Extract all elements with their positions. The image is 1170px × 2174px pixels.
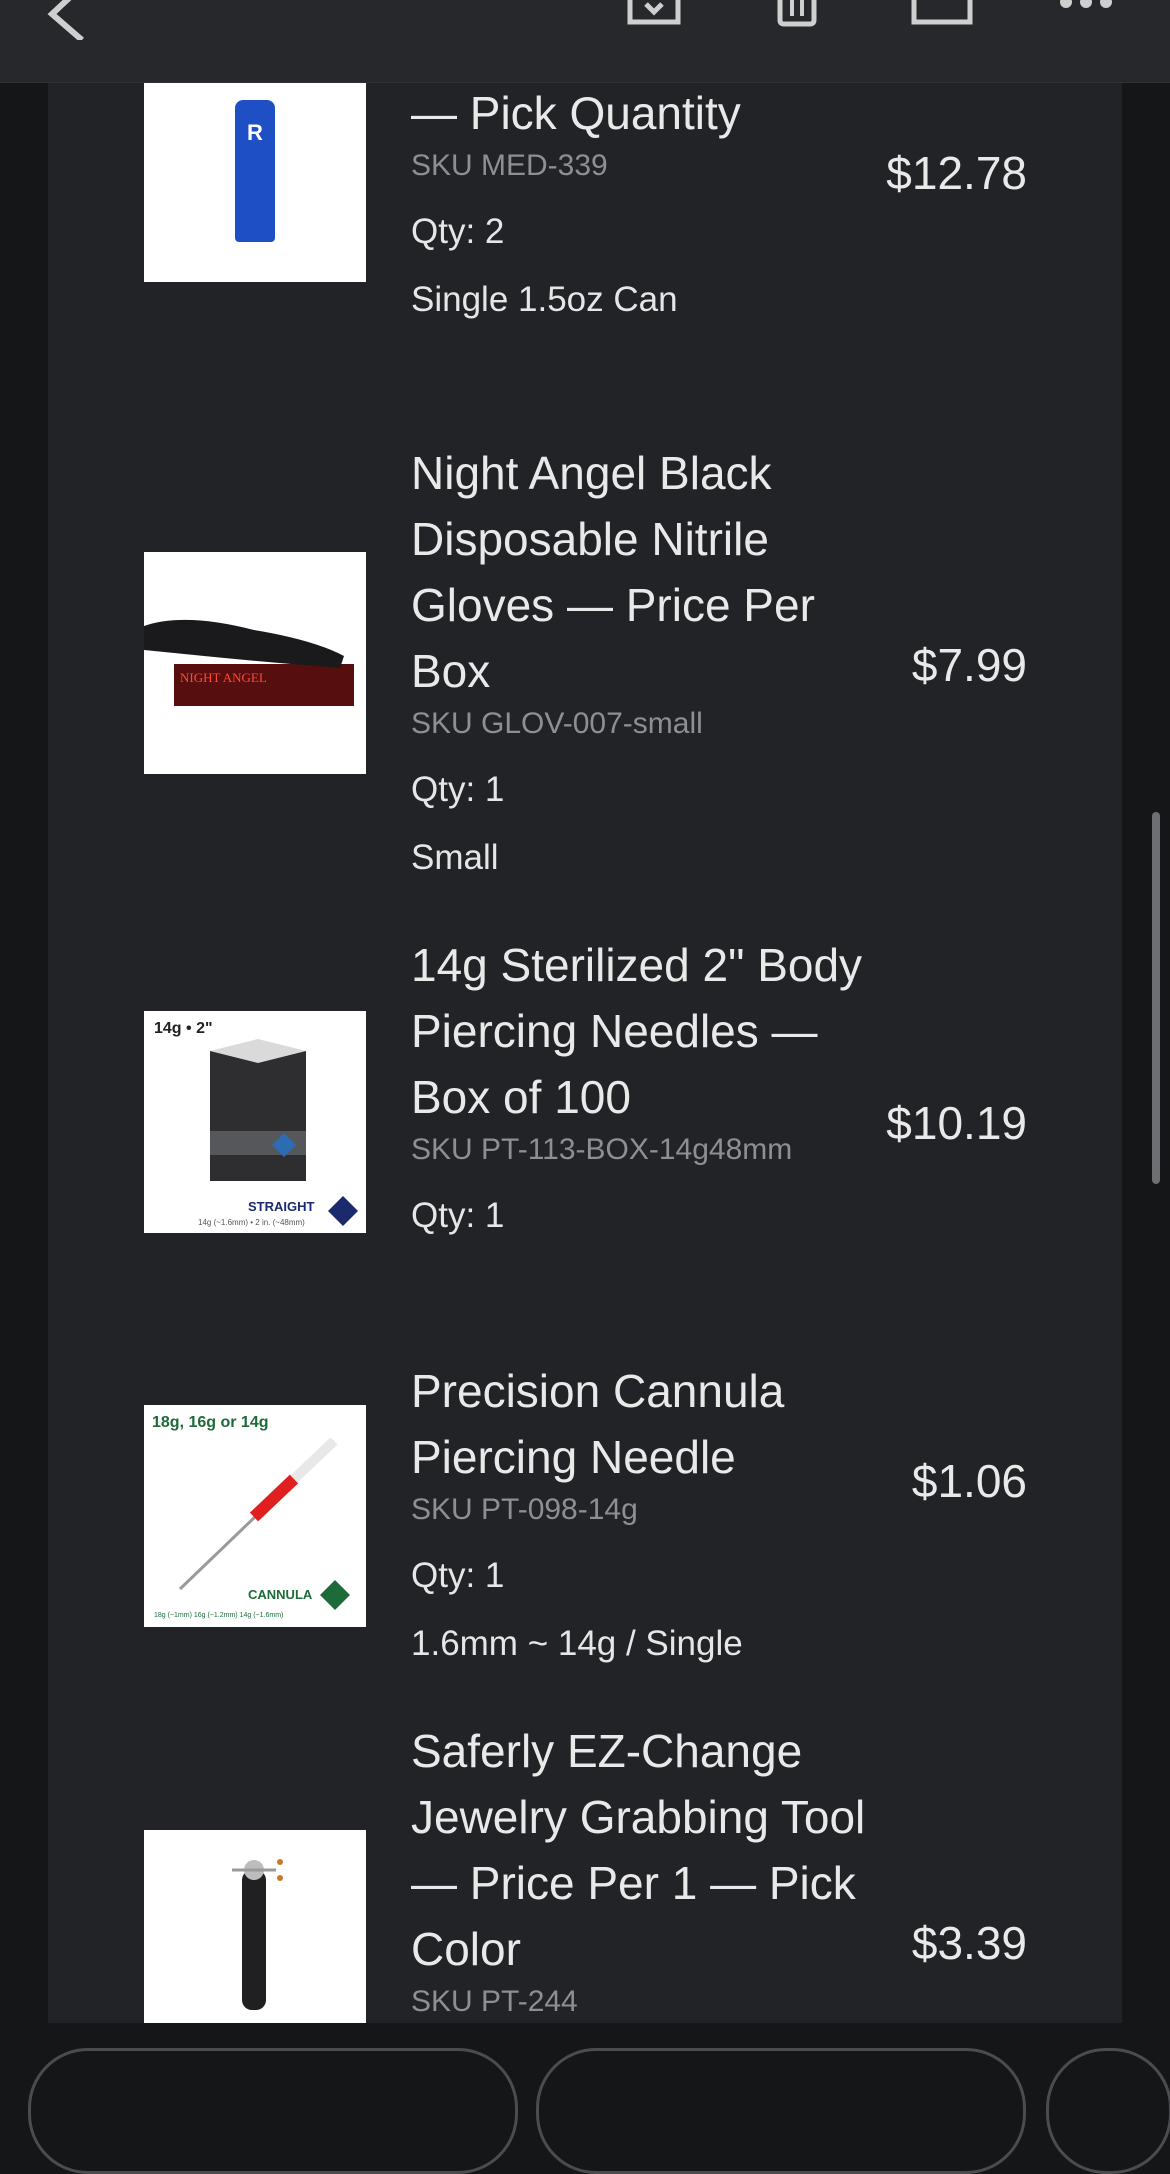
item-sku: SKU PT-244 [411,1985,578,2018]
back-arrow-icon[interactable] [40,0,100,40]
item-title: Night Angel Black Disposable Nitrile Glo… [411,447,815,697]
more-icon[interactable] [1058,0,1114,20]
item-price: $3.39 [911,1917,1027,1969]
bottom-action-button-round[interactable] [1046,2048,1170,2174]
item-info: Saferly EZ-Change Jewelry Grabbing Tool … [411,1718,891,2020]
item-price: $10.19 [886,1097,1027,1149]
list-item[interactable]: Saferly EZ-Change Jewelry Grabbing Tool … [48,1718,1122,2023]
item-qty: Qty: 1 [411,770,505,809]
item-sku: SKU PT-098-14g [411,1493,638,1526]
needles-type-text: STRAIGHT [248,1199,315,1214]
item-variant: Small [411,838,499,877]
bottom-action-button-left[interactable] [28,2048,518,2174]
item-price: $7.99 [911,639,1027,691]
list-item[interactable]: NIGHT ANGEL Night Angel Black Disposable… [48,440,1122,910]
product-image[interactable]: NIGHT ANGEL [144,552,366,774]
item-title: Saline Wash Solution — Pick Quantity [411,87,741,139]
item-info: Night Angel Black Disposable Nitrile Glo… [411,440,891,878]
grabbing-tool-image [232,1859,283,2010]
order-items-card: R Saline Wash Solution — Pick Quantity S… [48,82,1122,2023]
item-info: Precision Cannula Piercing Needle SKU PT… [411,1358,891,1664]
item-title: Saferly EZ-Change Jewelry Grabbing Tool … [411,1725,866,1975]
scrollbar[interactable] [1152,812,1160,1184]
needles-size-text: 14g (~1.6mm) • 2 in. (~48mm) [198,1218,305,1227]
item-info: 14g Sterilized 2" Body Piercing Needles … [411,932,891,1236]
cannula-needle-image: 18g, 16g or 14g CANNULA 18g (~1mm) 16g (… [152,1414,350,1619]
product-image[interactable]: 14g • 2" STRAIGHT 14g (~1.6mm) • 2 in. (… [144,1011,366,1233]
item-sku: SKU PT-113-BOX-14g48mm [411,1133,793,1166]
item-title: 14g Sterilized 2" Body Piercing Needles … [411,939,863,1123]
top-toolbar [0,0,1170,83]
item-qty: Qty: 2 [411,212,505,251]
item-qty: Qty: 1 [411,1556,505,1595]
product-image[interactable] [144,1830,366,2023]
item-variant: 1.6mm ~ 14g / Single [411,1624,743,1663]
item-sku: SKU GLOV-007-small [411,707,703,740]
product-image[interactable]: R [144,82,366,282]
product-image[interactable]: 18g, 16g or 14g CANNULA 18g (~1mm) 16g (… [144,1405,366,1627]
gloves-box-image: NIGHT ANGEL [144,619,354,706]
list-item[interactable]: R Saline Wash Solution — Pick Quantity S… [48,82,1122,412]
cannula-size-text: 18g (~1mm) 16g (~1.2mm) 14g (~1.6mm) [154,1612,283,1619]
trash-icon[interactable] [774,0,820,30]
item-price: $1.06 [911,1455,1027,1507]
item-qty: Qty: 1 [411,1196,505,1235]
bottom-action-button-right[interactable] [536,2048,1026,2174]
item-info: Saline Wash Solution — Pick Quantity SKU… [411,82,891,320]
item-sku: SKU MED-339 [411,149,608,182]
download-icon[interactable] [626,0,682,30]
can-logo-icon: R [247,120,263,145]
list-item[interactable]: 14g • 2" STRAIGHT 14g (~1.6mm) • 2 in. (… [48,932,1122,1332]
edit-icon[interactable] [910,0,974,30]
item-title: Precision Cannula Piercing Needle [411,1365,785,1483]
gloves-brand-text: NIGHT ANGEL [180,670,267,685]
item-variant: Single 1.5oz Can [411,280,678,319]
cannula-gauge-text: 18g, 16g or 14g [152,1414,269,1431]
item-price: $12.78 [886,147,1027,199]
list-item[interactable]: 18g, 16g or 14g CANNULA 18g (~1mm) 16g (… [48,1358,1122,1688]
needles-gauge-text: 14g • 2" [154,1020,213,1037]
cannula-type-text: CANNULA [248,1587,313,1602]
needles-box-image: 14g • 2" STRAIGHT 14g (~1.6mm) • 2 in. (… [154,1020,358,1227]
